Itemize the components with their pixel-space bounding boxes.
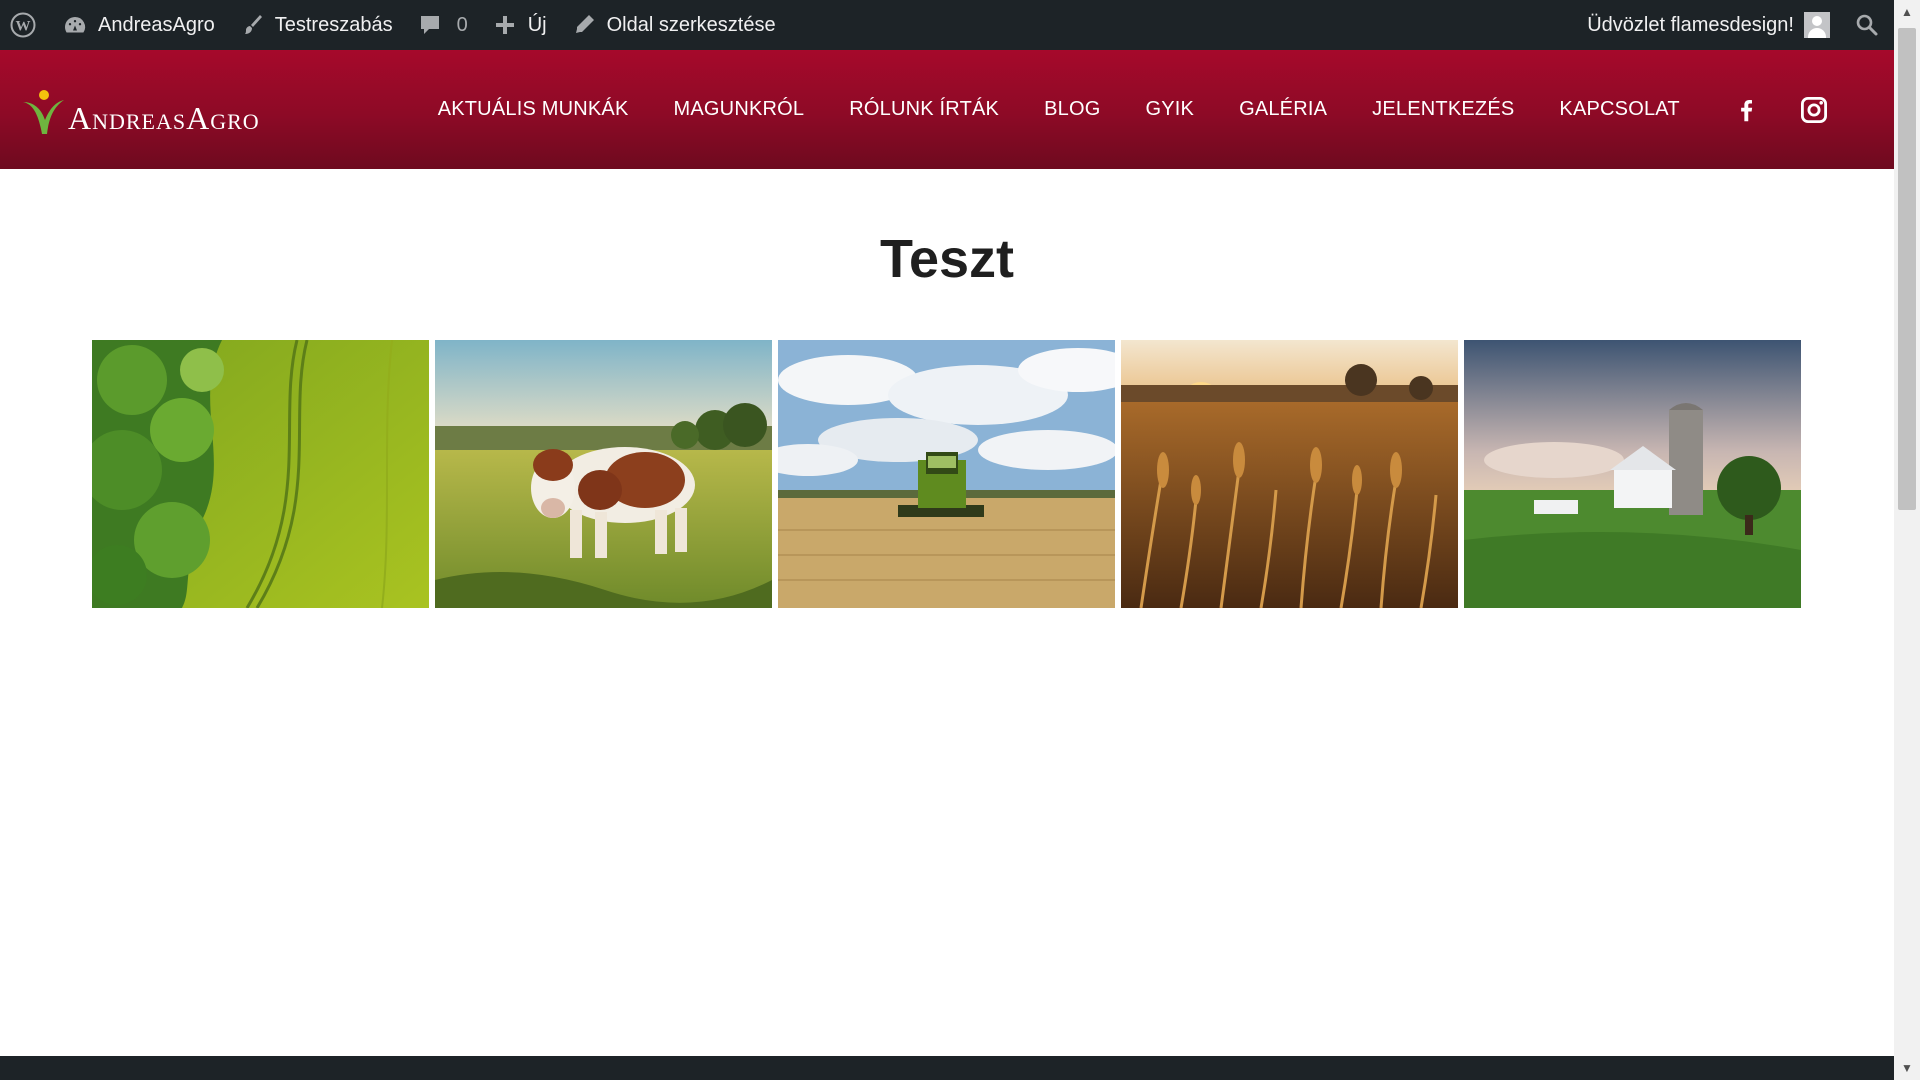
gallery-image-barn-silo[interactable] [1464,340,1801,608]
social-links [1725,95,1829,125]
nav-jelentkezes[interactable]: JELENTKEZÉS [1372,98,1514,121]
comments-count: 0 [456,13,468,36]
greeting-label: Üdvözlet flamesdesign! [1587,13,1794,36]
edit-page-link[interactable]: Oldal szerkesztése [559,0,788,50]
nav-rolunk-irtak[interactable]: RÓLUNK ÍRTÁK [849,98,999,121]
edit-page-label: Oldal szerkesztése [606,13,776,36]
customize-label: Testreszabás [274,13,393,36]
site-name-menu[interactable]: AndreasAgro [50,0,227,50]
nav-magunkrol[interactable]: MAGUNKRÓL [674,98,805,121]
wordpress-menu[interactable]: W [0,0,50,50]
nav-gyik[interactable]: GYIK [1145,98,1194,121]
comment-bubble-icon [417,12,443,38]
page-title: Teszt [879,229,1015,289]
nav-aktualis-munkak[interactable]: AKTUÁLIS MUNKÁK [438,98,629,121]
nav-blog[interactable]: BLOG [1044,98,1100,121]
page-scrollbar[interactable]: ▲ ▼ [1894,0,1920,1080]
logo-figure-icon [23,89,64,134]
customize-link[interactable]: Testreszabás [227,0,405,50]
site-name-label: AndreasAgro [98,13,215,36]
avatar [1804,12,1830,38]
logo-text: AndreasAgro [68,99,260,136]
site-logo[interactable]: AndreasAgro [20,80,260,140]
wordpress-icon: W [10,12,36,38]
gallery-image-harvester[interactable] [778,340,1115,608]
scroll-up-icon[interactable]: ▲ [1894,0,1920,24]
nav-galeria[interactable]: GALÉRIA [1239,98,1327,121]
search-icon [1854,12,1880,38]
gallery-image-cow[interactable] [435,340,772,608]
site-header: AndreasAgro AKTUÁLIS MUNKÁK MAGUNKRÓL RÓ… [0,50,1894,169]
admin-bar: W AndreasAgro Testreszabás 0 Új Oldal sz… [0,0,1894,50]
admin-search-button[interactable] [1842,0,1894,50]
my-account-menu[interactable]: Üdvözlet flamesdesign! [1575,0,1842,50]
svg-text:W: W [16,19,31,35]
image-gallery [92,340,1801,608]
pencil-icon [571,12,597,38]
footer-strip [0,1056,1894,1080]
instagram-icon[interactable] [1799,95,1829,125]
new-label: Új [527,13,547,36]
new-content-menu[interactable]: Új [480,0,559,50]
scroll-down-icon[interactable]: ▼ [1894,1056,1920,1080]
paintbrush-icon [239,12,265,38]
gallery-image-wheat-sunset[interactable] [1121,340,1458,608]
plus-icon [492,12,518,38]
nav-kapcsolat[interactable]: KAPCSOLAT [1559,98,1679,121]
main-nav: AKTUÁLIS MUNKÁK MAGUNKRÓL RÓLUNK ÍRTÁK B… [438,50,1829,169]
gallery-image-aerial-field[interactable] [92,340,429,608]
scrollbar-thumb[interactable] [1898,28,1916,510]
comments-link[interactable]: 0 [405,0,480,50]
dashboard-gauge-icon [62,12,88,38]
facebook-icon[interactable] [1731,95,1761,125]
